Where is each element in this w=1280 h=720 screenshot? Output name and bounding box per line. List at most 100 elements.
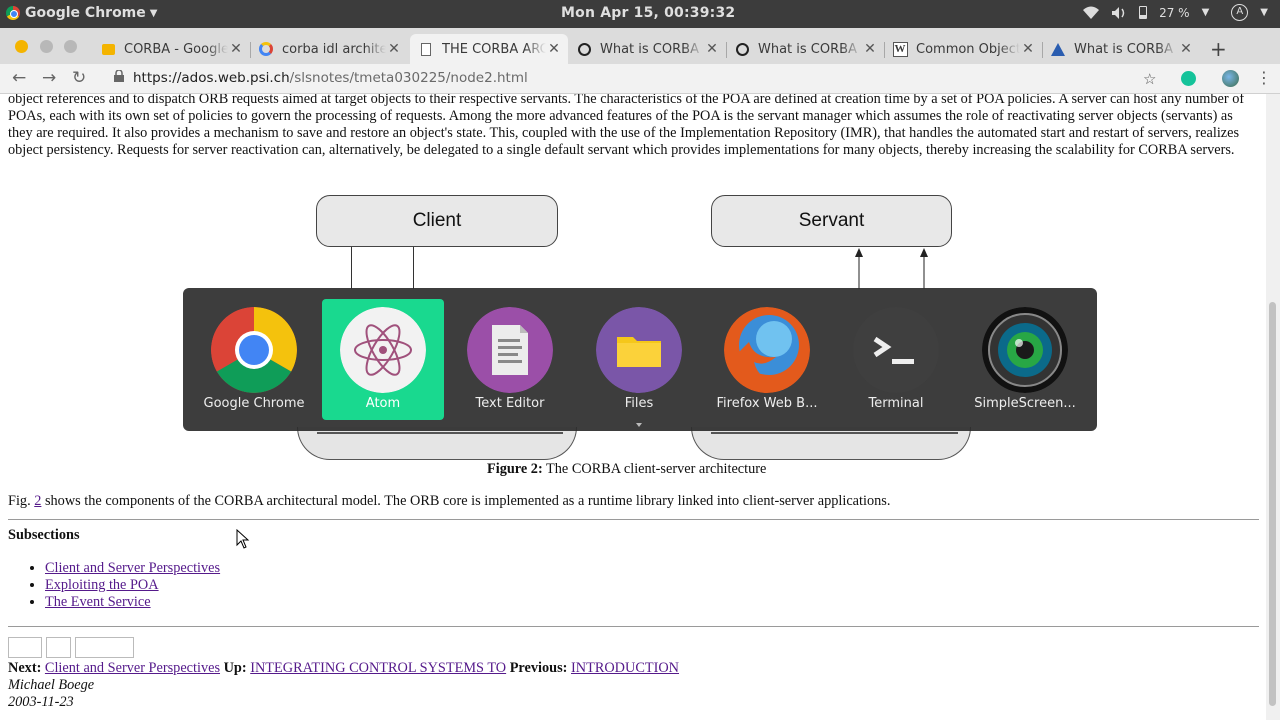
- forward-button[interactable]: →: [42, 68, 56, 88]
- text-editor-icon: [467, 307, 553, 393]
- tab-strip: CORBA - Google ✕ corba idl architecture …: [0, 28, 1280, 64]
- firefox-icon: [724, 307, 810, 393]
- close-window-button[interactable]: [15, 40, 28, 53]
- previous-link[interactable]: INTRODUCTION: [571, 660, 679, 676]
- switcher-item-text-editor[interactable]: Text Editor: [449, 299, 571, 420]
- slides-icon: [100, 41, 116, 57]
- switcher-item-atom[interactable]: Atom: [322, 299, 444, 420]
- tab-what-is-corba-1[interactable]: What is CORBA ✕: [568, 34, 726, 64]
- tab-title: THE CORBA ARCHITECTURE: [442, 41, 546, 57]
- switcher-item-terminal[interactable]: Terminal: [835, 299, 957, 420]
- bookmark-star-icon[interactable]: ☆: [1143, 70, 1156, 88]
- switcher-item-files[interactable]: Files: [578, 299, 700, 427]
- user-accounts-icon: A: [1231, 4, 1249, 21]
- diagram-arrow: [920, 248, 928, 289]
- diagram-inner-line: [711, 432, 958, 434]
- wifi-icon: [1083, 6, 1100, 19]
- battery-icon: [1139, 6, 1148, 19]
- para-prefix: Fig.: [8, 493, 35, 509]
- lock-icon: [114, 70, 124, 82]
- close-tab-icon[interactable]: ✕: [862, 41, 878, 57]
- previous-nav-image[interactable]: [75, 637, 134, 658]
- chevron-down-icon: ▼: [1260, 7, 1268, 18]
- next-link[interactable]: Client and Server Perspectives: [45, 660, 220, 676]
- new-tab-button[interactable]: +: [1210, 37, 1227, 61]
- page-icon: [418, 41, 434, 57]
- switcher-item-firefox[interactable]: Firefox Web B...: [706, 299, 828, 420]
- diagram-connector: [413, 247, 414, 289]
- close-tab-icon[interactable]: ✕: [1178, 41, 1194, 57]
- page-scrollbar[interactable]: [1266, 94, 1280, 720]
- next-label: Next:: [8, 660, 42, 676]
- profile-avatar[interactable]: [1222, 70, 1239, 87]
- switcher-item-google-chrome[interactable]: Google Chrome: [193, 299, 315, 420]
- active-app-name: Google Chrome: [25, 5, 146, 21]
- divider: [8, 626, 1259, 627]
- chevron-down-icon: ▼: [149, 7, 158, 19]
- mouse-cursor-icon: [236, 529, 250, 549]
- up-nav-image[interactable]: [46, 637, 71, 658]
- navigation-images: [8, 637, 134, 658]
- subsection-link-client-server[interactable]: Client and Server Perspectives: [45, 560, 220, 576]
- browser-toolbar: ← → ↻ https://ados.web.psi.ch/slsnotes/t…: [0, 64, 1280, 94]
- up-label: Up:: [223, 660, 247, 676]
- tab-what-is-corba-3[interactable]: What is CORBA ✕: [1042, 34, 1200, 64]
- atom-icon: [340, 307, 426, 393]
- diagram-client-box: Client: [316, 195, 558, 247]
- active-app-menu[interactable]: Google Chrome ▼: [6, 5, 157, 21]
- app-label: Atom: [365, 396, 401, 411]
- tab-title: What is CORBA: [1074, 41, 1173, 57]
- wikipedia-icon: W: [892, 41, 908, 57]
- diagram-servant-label: Servant: [798, 210, 865, 231]
- tab-common-object[interactable]: W Common Object ✕: [884, 34, 1042, 64]
- clock[interactable]: Mon Apr 15, 00:39:32: [561, 5, 735, 21]
- close-tab-icon[interactable]: ✕: [228, 41, 244, 57]
- chrome-icon: [6, 6, 20, 20]
- diagram-connector: [351, 247, 352, 289]
- navigation-line: Next: Client and Server Perspectives Up:…: [8, 660, 679, 677]
- diagram-inner-line: [317, 432, 563, 434]
- close-tab-icon[interactable]: ✕: [704, 41, 720, 57]
- subsection-link-event-service[interactable]: The Event Service: [45, 594, 151, 610]
- subsection-link-poa[interactable]: Exploiting the POA: [45, 577, 159, 593]
- list-item: Exploiting the POA: [45, 577, 220, 594]
- close-tab-icon[interactable]: ✕: [386, 41, 402, 57]
- menu-kebab-icon[interactable]: ⋮: [1256, 68, 1272, 87]
- app-label: SimpleScreen...: [974, 396, 1076, 411]
- system-tray[interactable]: 27 % ▼ A ▼: [1083, 4, 1268, 21]
- google-icon: [258, 41, 274, 57]
- maximize-window-button[interactable]: [64, 40, 77, 53]
- chevron-down-icon: ▼: [1201, 7, 1210, 18]
- address-bar[interactable]: https://ados.web.psi.ch/slsnotes/tmeta03…: [133, 70, 528, 86]
- reload-button[interactable]: ↻: [72, 68, 86, 88]
- close-tab-icon[interactable]: ✕: [1020, 41, 1036, 57]
- tab-corba-architecture[interactable]: THE CORBA ARCHITECTURE ✕: [410, 34, 568, 64]
- back-button[interactable]: ←: [12, 68, 26, 88]
- diagram-servant-box: Servant: [711, 195, 952, 247]
- site-icon: [1050, 41, 1066, 57]
- scrollbar-thumb[interactable]: [1269, 302, 1276, 706]
- system-top-bar: Google Chrome ▼ Mon Apr 15, 00:39:32 27 …: [0, 0, 1280, 28]
- grammarly-extension-icon[interactable]: [1181, 71, 1196, 86]
- close-tab-icon[interactable]: ✕: [546, 41, 562, 57]
- up-link[interactable]: INTEGRATING CONTROL SYSTEMS TO: [250, 660, 506, 676]
- author: Michael Boege: [8, 677, 95, 693]
- minimize-window-button[interactable]: [40, 40, 53, 53]
- url-host: https://ados.web.psi.ch: [133, 70, 290, 86]
- tab-google-search[interactable]: corba idl architecture ✕: [250, 34, 408, 64]
- list-item: The Event Service: [45, 594, 220, 611]
- tab-what-is-corba-2[interactable]: What is CORBA ✕: [726, 34, 884, 64]
- diagram-arrow: [855, 248, 863, 289]
- battery-percent: 27 %: [1159, 5, 1190, 20]
- switcher-item-simplescreenrecorder[interactable]: SimpleScreen...: [964, 299, 1086, 420]
- next-nav-image[interactable]: [8, 637, 42, 658]
- tab-title: Common Object: [916, 41, 1020, 57]
- tab-corba-slides[interactable]: CORBA - Google ✕: [92, 34, 250, 64]
- running-indicator-icon: [636, 423, 642, 427]
- divider: [8, 519, 1259, 520]
- diagram-client-label: Client: [412, 210, 462, 231]
- tab-title: corba idl architecture: [282, 41, 386, 57]
- tab-title: What is CORBA: [600, 41, 699, 57]
- figure-caption-text: The CORBA client-server architecture: [542, 461, 767, 477]
- app-label: Terminal: [868, 396, 924, 411]
